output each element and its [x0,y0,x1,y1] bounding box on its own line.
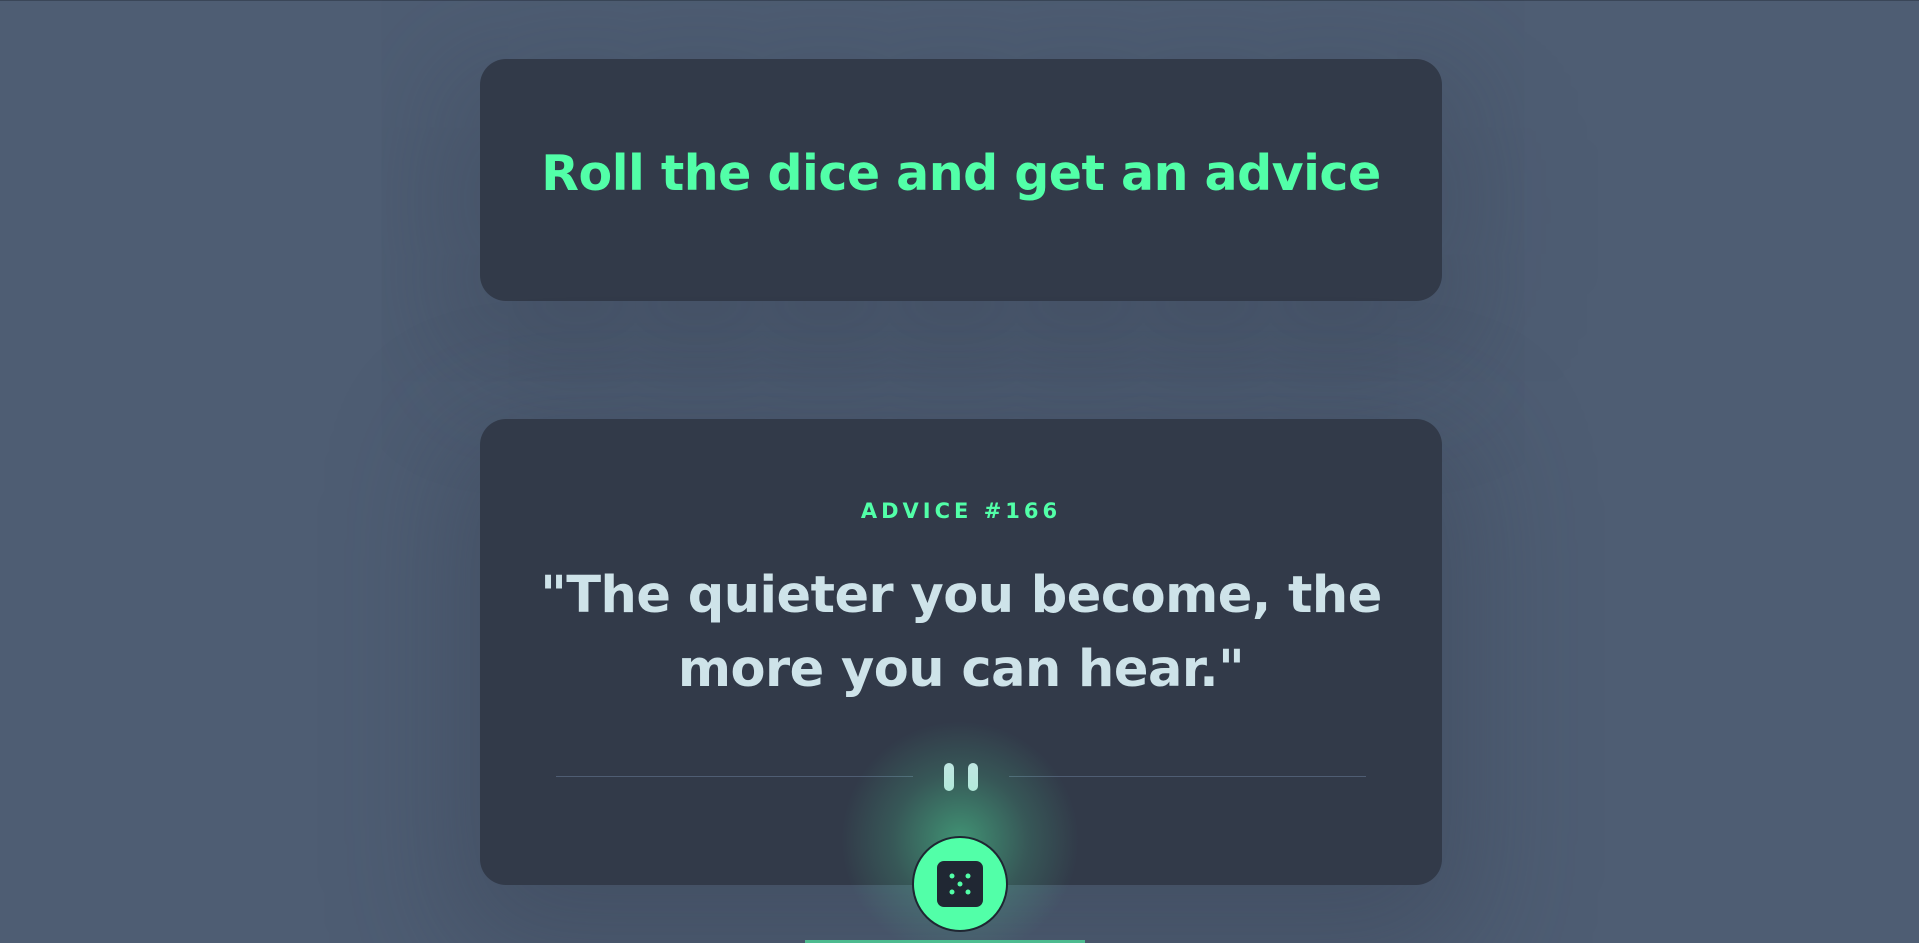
advice-card: ADVICE #166 "The quieter you become, the… [480,419,1442,885]
divider-line-right [1009,776,1366,777]
advice-id-label: ADVICE #166 [860,499,1062,523]
dice-five-icon [937,861,983,907]
divider-line-left [556,776,913,777]
page-title: Roll the dice and get an advice [541,145,1381,202]
advice-quote: "The quieter you become, the more you ca… [540,566,1382,699]
top-border [0,0,1919,1]
pattern-divider [556,763,1366,791]
roll-dice-button[interactable] [912,836,1008,932]
pause-icon [939,763,983,791]
title-card: Roll the dice and get an advice [480,59,1442,301]
